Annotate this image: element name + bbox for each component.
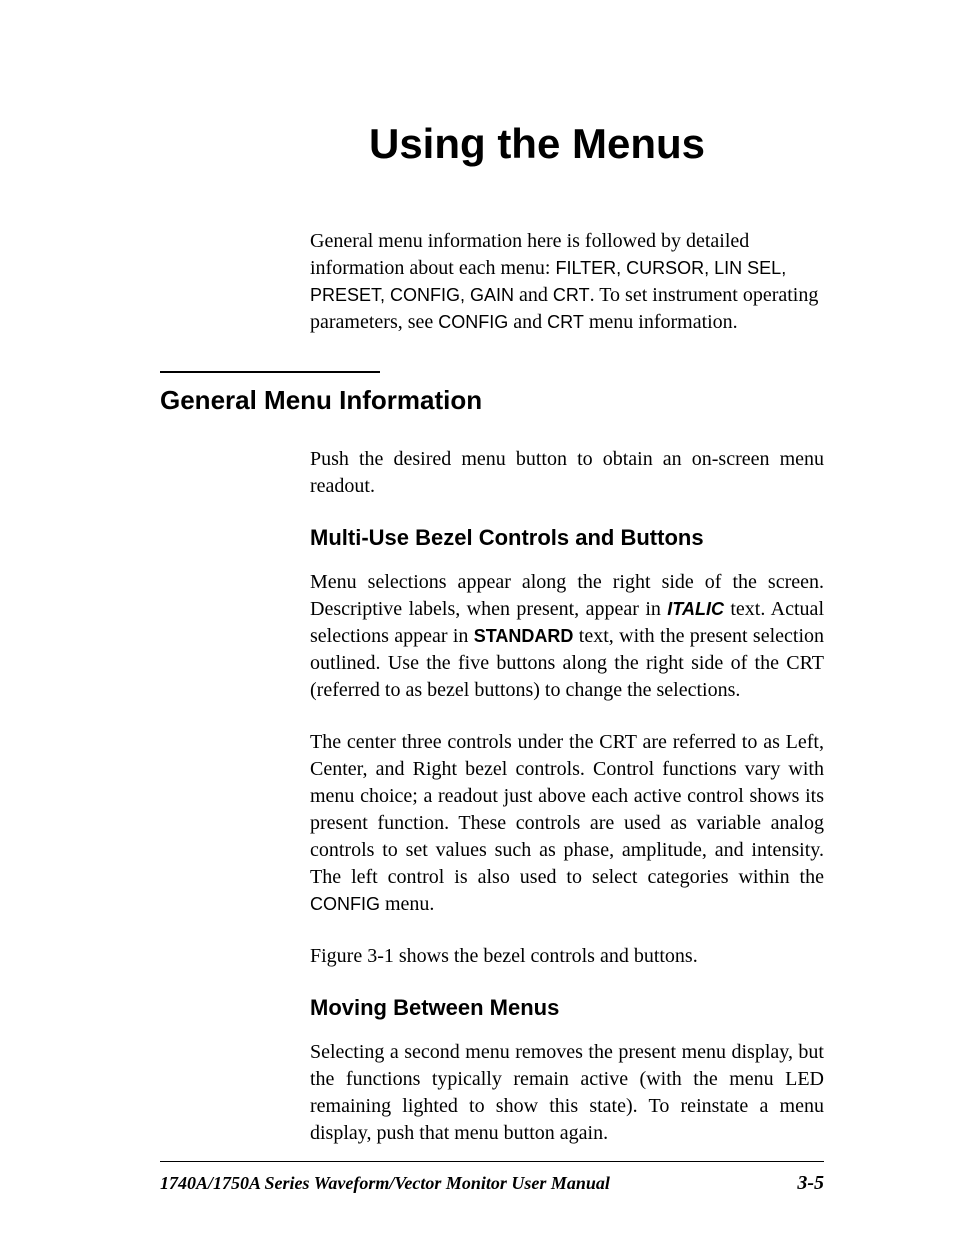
standard-label: STANDARD <box>474 626 574 646</box>
intro-text-2: and <box>514 284 553 306</box>
intro-text-5: menu information. <box>584 311 738 333</box>
general-para-1: Push the desired menu button to obtain a… <box>310 446 824 500</box>
bezel-para-3: Figure 3-1 shows the bezel controls and … <box>310 943 824 970</box>
bezel-p2a: The center three controls under the CRT … <box>310 731 824 888</box>
intro-text-4: and <box>508 311 547 333</box>
intro-crt: CRT <box>553 285 590 305</box>
section-heading-general: General Menu Information <box>160 385 824 416</box>
footer-manual-title: 1740A/1750A Series Waveform/Vector Monit… <box>160 1173 610 1194</box>
subsection-heading-bezel: Multi-Use Bezel Controls and Buttons <box>310 525 824 551</box>
moving-para-1: Selecting a second menu removes the pres… <box>310 1039 824 1147</box>
bezel-para-1: Menu selections appear along the right s… <box>310 569 824 704</box>
subsection-heading-moving: Moving Between Menus <box>310 995 824 1021</box>
bezel-config: CONFIG <box>310 894 380 914</box>
bezel-para-2: The center three controls under the CRT … <box>310 729 824 918</box>
bezel-p2b: menu. <box>380 893 434 915</box>
italic-label: ITALIC <box>667 599 724 619</box>
section-divider <box>160 371 380 373</box>
page-title: Using the Menus <box>250 120 824 168</box>
intro-crt2: CRT <box>547 312 584 332</box>
footer-page-number: 3-5 <box>797 1172 824 1195</box>
intro-paragraph: General menu information here is followe… <box>310 228 824 336</box>
page-footer: 1740A/1750A Series Waveform/Vector Monit… <box>160 1161 824 1195</box>
intro-config: CONFIG <box>438 312 508 332</box>
